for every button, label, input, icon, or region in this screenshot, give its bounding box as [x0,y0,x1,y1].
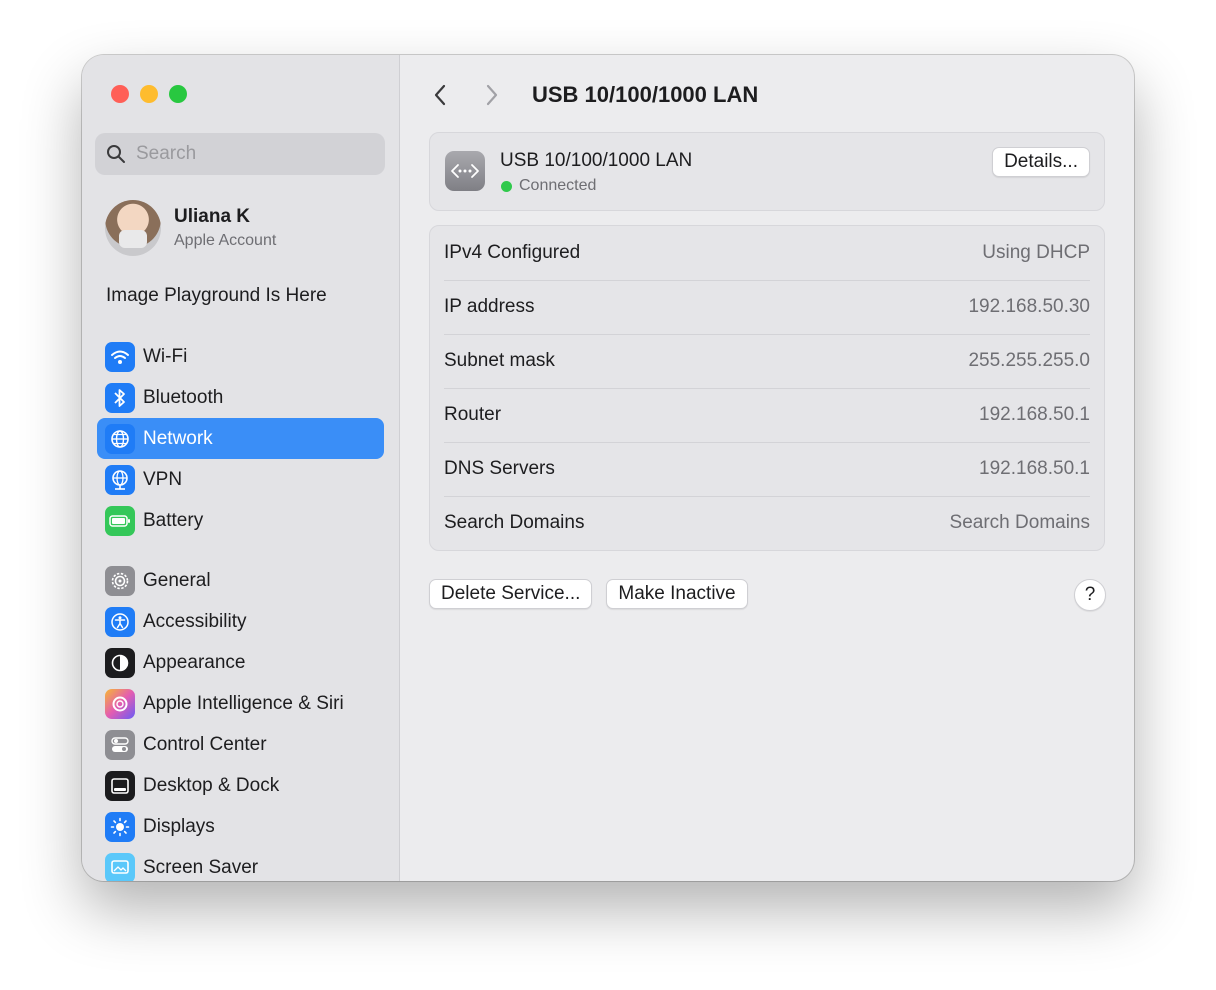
info-key: Search Domains [444,512,585,533]
info-key: Subnet mask [444,350,555,371]
sidebar-item-network[interactable]: Network [97,418,384,459]
sidebar-item-screen-saver[interactable]: Screen Saver [97,847,384,881]
info-value: Using DHCP [982,242,1090,263]
forward-button[interactable] [474,77,510,113]
help-button[interactable]: ? [1074,579,1106,611]
wifi-icon [105,341,135,372]
sidebar-item-apple-intelligence[interactable]: Apple Intelligence & Siri [97,683,384,724]
back-button[interactable] [422,77,458,113]
sidebar-nav: Wi-Fi Bluetooth Network VPN Battery Gene… [97,336,384,881]
search-icon [107,145,125,163]
sidebar-item-label: Desktop & Dock [143,774,280,796]
info-row-ip-address: IP address 192.168.50.30 [444,280,1090,335]
siri-icon [105,688,135,719]
sun-icon [105,811,135,842]
sidebar-item-label: Wi-Fi [143,345,188,367]
close-button[interactable] [111,85,129,103]
chevron-right-icon [486,84,498,106]
info-value: 192.168.50.1 [979,458,1090,479]
sidebar-item-bluetooth[interactable]: Bluetooth [97,377,384,418]
info-key: Router [444,404,502,425]
make-inactive-button[interactable]: Make Inactive [606,579,748,609]
delete-service-button[interactable]: Delete Service... [429,579,593,609]
sidebar-item-label: Battery [143,509,204,531]
dock-icon [105,770,135,801]
sidebar-item-control-center[interactable]: Control Center [97,724,384,765]
zoom-button[interactable] [169,85,187,103]
info-value: Search Domains [949,512,1090,533]
main-pane: USB 10/100/1000 LAN USB 10/100/1000 LAN … [400,55,1134,881]
status-indicator [501,180,512,192]
promo-link[interactable]: Image Playground Is Here [106,285,327,307]
sidebar-item-label: Network [143,427,213,449]
info-row-search-domains: Search Domains Search Domains [444,496,1090,550]
sidebar-item-battery[interactable]: Battery [97,500,384,541]
sidebar-item-accessibility[interactable]: Accessibility [97,601,384,642]
screen-saver-icon [105,852,135,881]
service-card: USB 10/100/1000 LAN Connected Details... [429,132,1105,211]
info-key: IPv4 Configured [444,242,581,263]
service-name: USB 10/100/1000 LAN [500,150,693,171]
sidebar-item-general[interactable]: General [97,560,384,601]
account-row[interactable]: Uliana K Apple Account [105,200,276,256]
avatar [105,200,161,256]
details-button[interactable]: Details... [992,147,1090,177]
sidebar-item-label: Control Center [143,733,267,755]
ethernet-icon [445,151,485,191]
sidebar-item-label: General [143,569,211,591]
sidebar-item-wifi[interactable]: Wi-Fi [97,336,384,377]
settings-window: Uliana K Apple Account Image Playground … [82,55,1134,881]
bluetooth-icon [105,382,135,413]
account-subtitle: Apple Account [174,232,277,249]
service-status: Connected [501,177,596,195]
sidebar-item-label: Apple Intelligence & Siri [143,692,344,714]
info-value: 192.168.50.1 [979,404,1090,425]
minimize-button[interactable] [140,85,158,103]
sidebar-item-label: Screen Saver [143,856,259,878]
sidebar-item-label: VPN [143,468,183,490]
sidebar-item-desktop-dock[interactable]: Desktop & Dock [97,765,384,806]
globe-icon [105,423,135,454]
toolbar: USB 10/100/1000 LAN [400,75,758,115]
accessibility-icon [105,606,135,637]
info-row-ipv4: IPv4 Configured Using DHCP [444,226,1090,281]
sidebar-item-vpn[interactable]: VPN [97,459,384,500]
info-row-dns-servers: DNS Servers 192.168.50.1 [444,442,1090,497]
search-input[interactable] [134,142,368,166]
info-row-subnet-mask: Subnet mask 255.255.255.0 [444,334,1090,389]
sidebar-item-label: Appearance [143,651,246,673]
account-name: Uliana K [174,206,251,227]
window-controls [111,85,187,103]
page-title: USB 10/100/1000 LAN [532,82,759,107]
gear-icon [105,565,135,596]
chevron-left-icon [434,84,446,106]
sidebar-item-label: Displays [143,815,215,837]
sidebar-item-appearance[interactable]: Appearance [97,642,384,683]
info-value: 255.255.255.0 [968,350,1090,371]
battery-icon [105,505,135,536]
vpn-globe-icon [105,464,135,495]
info-key: IP address [444,296,535,317]
appearance-icon [105,647,135,678]
sidebar-item-displays[interactable]: Displays [97,806,384,847]
info-row-router: Router 192.168.50.1 [444,388,1090,443]
toggles-icon [105,729,135,760]
sidebar: Uliana K Apple Account Image Playground … [82,55,400,881]
info-value: 192.168.50.30 [968,296,1090,317]
ip-info-card: IPv4 Configured Using DHCP IP address 19… [429,225,1105,551]
status-text: Connected [519,177,597,194]
sidebar-item-label: Bluetooth [143,386,224,408]
action-buttons: Delete Service... Make Inactive [429,579,748,609]
search-field[interactable] [95,133,385,175]
info-key: DNS Servers [444,458,555,479]
sidebar-item-label: Accessibility [143,610,247,632]
